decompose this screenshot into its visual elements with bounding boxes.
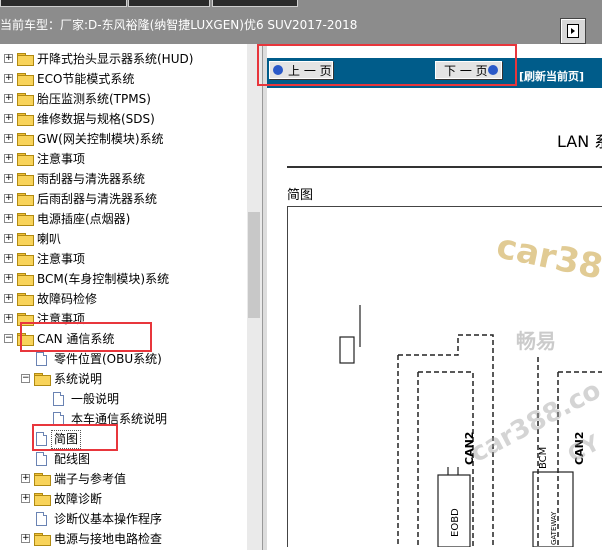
vehicle-value: 厂家:D-东风裕隆(纳智捷LUXGEN)优6 SUV2017-2018 [60,18,358,32]
folder-icon [17,273,34,286]
expand-icon[interactable]: + [4,194,13,203]
folder-icon [17,133,34,146]
folder-icon [34,493,51,506]
folder-icon [17,213,34,226]
scrollbar-thumb[interactable] [248,212,260,318]
tree-item-label: 注意事项 [37,152,86,166]
expand-icon[interactable]: + [4,294,13,303]
expand-icon[interactable]: + [21,534,30,543]
tree-item-label: 雨刮器与清洗器系统 [37,172,146,186]
document-body: LAN 系 简图 [267,88,602,550]
tree-item-label: 电源插座(点烟器) [37,212,131,226]
expand-icon[interactable]: + [4,214,13,223]
folder-icon [34,533,51,546]
highlight-diagram-item [32,424,118,451]
expand-icon[interactable]: + [4,94,13,103]
tree-item-label: 配线图 [54,452,91,466]
tree-item-label: 后雨刮器与清洗器系统 [37,192,158,206]
circuit-diagram: CAN2 CAN2 BCM EOBD GATEWAY car38 畅易 car3… [287,206,602,548]
tree-item-label: 注意事项 [37,252,86,266]
expand-icon[interactable]: + [4,254,13,263]
diagram-label-gateway: GATEWAY [550,511,558,545]
document-icon [36,452,47,466]
expand-icon[interactable]: + [21,494,30,503]
folder-icon [34,373,51,386]
component-box [339,336,355,364]
section-heading: 简图 [287,188,314,203]
tree-item-label: 系统说明 [54,372,103,386]
folder-icon [17,113,34,126]
tree-view: + 开降式抬头显示器系统(HUD) + ECO节能模式系统 + 胎压监测系统(TPMS) +… [0,44,247,550]
folder-icon [17,193,34,206]
diagram-label-eobd: EOBD [450,508,461,537]
expand-icon[interactable]: + [4,174,13,183]
wire [447,467,459,475]
tree-item-label: 开降式抬头显示器系统(HUD) [37,52,194,66]
vehicle-label: 当前车型： [0,18,61,32]
folder-icon [17,73,34,86]
folder-icon [17,173,34,186]
folder-icon [34,473,51,486]
tree-item-label: BCM(车身控制模块)系统 [37,272,170,286]
expand-icon[interactable]: + [4,274,13,283]
door-exit-icon [567,24,579,38]
refresh-link[interactable]: [刷新当前页] [519,68,584,84]
tree-item-label: 故障码检修 [37,292,98,306]
exit-button[interactable] [560,18,586,44]
expand-icon[interactable]: + [4,234,13,243]
tree-item-label: 喇叭 [37,232,62,246]
expand-icon[interactable]: + [4,74,13,83]
top-bar: 当前车型：厂家:D-东风裕隆(纳智捷LUXGEN)优6 SUV2017-2018 [0,0,602,44]
document-icon [36,512,47,526]
highlight-can-system [20,322,152,352]
tree-item-label: 故障诊断 [54,492,103,506]
document-icon [53,392,64,406]
expand-icon[interactable]: + [21,474,30,483]
tree-item-label: 一般说明 [71,392,120,406]
watermark-cn: 畅易 [516,329,556,353]
highlight-nav-buttons [257,44,517,86]
folder-icon [17,153,34,166]
tree-item-label: 诊断仪基本操作程序 [54,512,163,526]
tree-item-label: 端子与参考值 [54,472,127,486]
expand-icon[interactable]: + [4,114,13,123]
folder-icon [17,93,34,106]
collapse-icon[interactable]: − [21,374,30,383]
tree-item-label: ECO节能模式系统 [37,72,135,86]
collapse-icon[interactable]: − [4,334,13,343]
tree-item-label: 维修数据与规格(SDS) [37,112,155,126]
tree-scrollbar[interactable] [247,44,262,550]
expand-icon[interactable]: + [4,134,13,143]
expand-icon[interactable]: + [4,314,13,323]
folder-icon [17,293,34,306]
toolbar-button-3[interactable] [212,0,298,7]
content-pane: 上 一 页 下 一 页 [刷新当前页] LAN 系 简图 [267,44,602,550]
expand-icon[interactable]: + [4,154,13,163]
tree-item-label: GW(网关控制模块)系统 [37,132,164,146]
tree-item-label: 零件位置(OBU系统) [54,352,162,366]
folder-icon [17,233,34,246]
expand-icon[interactable]: + [4,54,13,63]
title-divider [287,166,602,168]
document-icon [36,352,47,366]
toolbar-button-2[interactable] [128,0,210,7]
document-title: LAN 系 [557,132,602,151]
diagram-label-bcm: BCM [538,447,549,469]
toolbar-button-1[interactable] [0,0,127,7]
folder-icon [17,53,34,66]
tree-item-label: 胎压监测系统(TPMS) [37,92,151,106]
folder-icon [17,253,34,266]
tree-item-label: 电源与接地电路检查 [54,532,163,546]
current-vehicle: 当前车型：厂家:D-东风裕隆(纳智捷LUXGEN)优6 SUV2017-2018 [0,16,357,33]
